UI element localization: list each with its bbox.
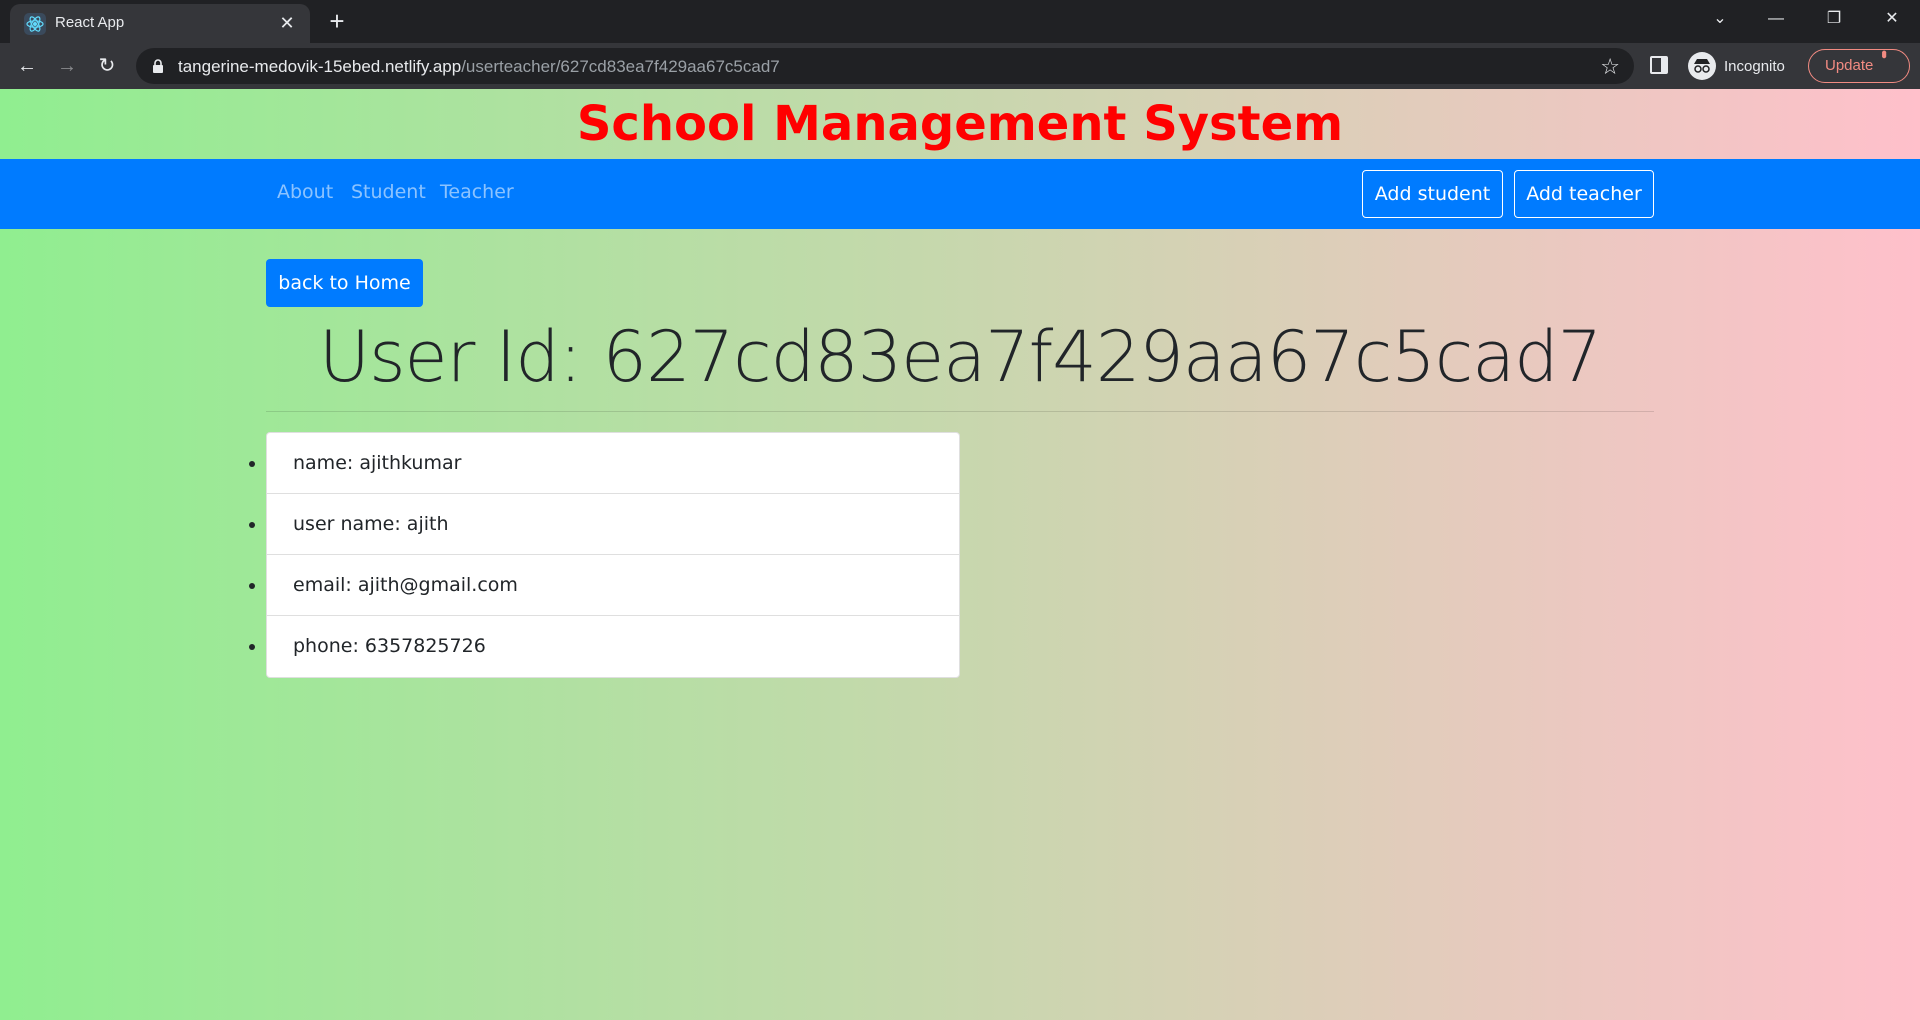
back-arrow-icon[interactable]: ←	[11, 50, 43, 82]
back-to-home-button[interactable]: back to Home	[266, 259, 423, 307]
side-panel-icon[interactable]	[1650, 56, 1668, 74]
update-label: Update	[1825, 57, 1874, 74]
add-student-button[interactable]: Add student	[1362, 170, 1503, 218]
address-bar[interactable]: tangerine-medovik-15ebed.netlify.app/use…	[136, 48, 1634, 84]
close-tab-icon[interactable]: ✕	[274, 10, 300, 36]
close-window-icon[interactable]: ✕	[1864, 0, 1920, 40]
detail-phone: phone: 6357825726	[267, 616, 959, 677]
bookmark-star-icon[interactable]: ☆	[1600, 54, 1620, 80]
tab-search-icon[interactable]: ⌄	[1692, 0, 1748, 40]
nav-link-student[interactable]: Student	[351, 181, 426, 203]
url-path: /userteacher/627cd83ea7f429aa67c5cad7	[461, 57, 780, 76]
nav-link-teacher[interactable]: Teacher	[440, 181, 514, 203]
new-tab-icon[interactable]: +	[322, 6, 352, 36]
tab-title: React App	[55, 14, 125, 31]
divider	[266, 411, 1654, 412]
lock-icon	[153, 59, 163, 73]
navbar: About Student Teacher Add student Add te…	[0, 159, 1920, 229]
forward-arrow-icon[interactable]: →	[51, 50, 83, 82]
browser-toolbar: ← → ↻ tangerine-medovik-15ebed.netlify.a…	[0, 43, 1920, 89]
detail-username: user name: ajith	[267, 494, 959, 555]
detail-email: email: ajith@gmail.com	[267, 555, 959, 616]
url-text: tangerine-medovik-15ebed.netlify.app/use…	[178, 57, 780, 77]
url-host: tangerine-medovik-15ebed.netlify.app	[178, 57, 462, 76]
reload-icon[interactable]: ↻	[91, 50, 123, 82]
incognito-icon	[1688, 52, 1716, 80]
user-id-heading: User Id: 627cd83ea7f429aa67c5cad7	[318, 316, 1602, 398]
add-teacher-button[interactable]: Add teacher	[1514, 170, 1654, 218]
menu-dots-icon: •••	[1875, 50, 1892, 55]
minimize-icon[interactable]: —	[1748, 0, 1804, 40]
react-favicon-icon	[24, 13, 46, 35]
nav-link-about[interactable]: About	[277, 181, 333, 203]
browser-tab[interactable]: React App ✕	[10, 4, 310, 43]
site-title: School Management System	[576, 96, 1344, 152]
incognito-label: Incognito	[1724, 57, 1785, 75]
incognito-profile[interactable]: Incognito	[1688, 51, 1785, 81]
update-button[interactable]: Update •••	[1808, 49, 1910, 83]
user-details-list: name: ajithkumar user name: ajith email:…	[266, 432, 960, 678]
detail-name: name: ajithkumar	[267, 433, 959, 494]
restore-icon[interactable]: ❐	[1806, 0, 1862, 40]
browser-tabstrip: React App ✕ + ⌄ — ❐ ✕	[0, 0, 1920, 43]
page-viewport: School Management System About Student T…	[0, 89, 1920, 1020]
